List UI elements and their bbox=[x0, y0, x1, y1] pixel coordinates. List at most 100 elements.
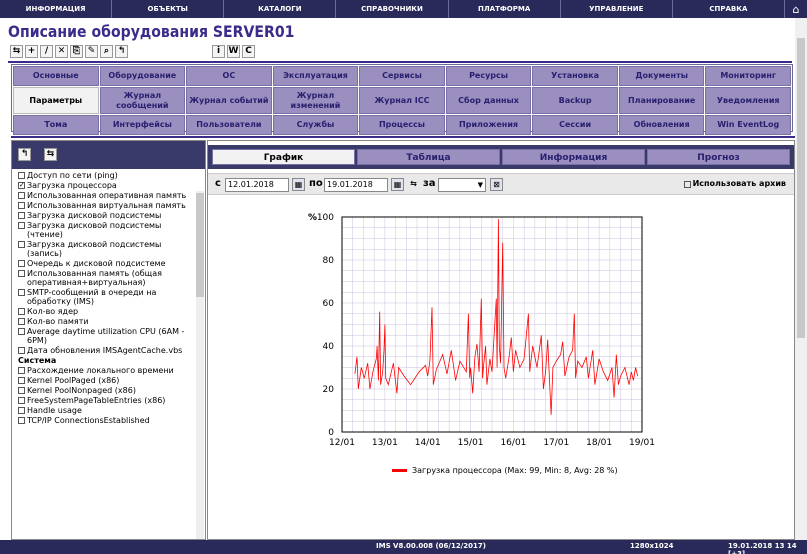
param-item[interactable]: TCP/IP ConnectionsEstablished bbox=[18, 416, 196, 425]
tab-information[interactable]: Информация bbox=[502, 149, 645, 165]
tab-16[interactable]: Планирование bbox=[618, 87, 705, 114]
c-icon[interactable]: C bbox=[242, 45, 255, 58]
tab-8[interactable]: Мониторинг bbox=[705, 66, 791, 86]
tab-14[interactable]: Сбор данных bbox=[445, 87, 532, 114]
calendar-icon[interactable]: ▦ bbox=[292, 178, 305, 191]
param-item[interactable]: Кол-во ядер bbox=[18, 307, 196, 316]
nav-info[interactable]: ИНФОРМАЦИЯ bbox=[0, 0, 113, 18]
param-item[interactable]: Handle usage bbox=[18, 406, 196, 415]
refresh-icon[interactable]: ⇆ bbox=[407, 178, 420, 191]
param-checkbox[interactable] bbox=[18, 367, 25, 374]
tab-6[interactable]: Установка bbox=[532, 66, 618, 86]
tab-15[interactable]: Backup bbox=[532, 87, 618, 114]
tab-22[interactable]: Процессы bbox=[359, 115, 445, 135]
param-item[interactable]: Загрузка дисковой подсистемы (чтение) bbox=[18, 221, 196, 239]
tab-11[interactable]: Журнал событий bbox=[186, 87, 272, 114]
copy-icon[interactable]: ⎘ bbox=[70, 45, 83, 58]
tab-4[interactable]: Сервисы bbox=[359, 66, 445, 86]
tab-20[interactable]: Пользователи bbox=[186, 115, 272, 135]
param-checkbox[interactable] bbox=[18, 172, 25, 179]
param-item[interactable]: SMTP-сообщений в очереди на обработку (I… bbox=[18, 288, 196, 306]
param-checkbox[interactable] bbox=[18, 377, 25, 384]
param-item[interactable]: Дата обновления IMSAgentCache.vbs bbox=[18, 346, 196, 355]
tab-19[interactable]: Интерфейсы bbox=[99, 115, 186, 135]
tab-13[interactable]: Журнал ICC bbox=[359, 87, 445, 114]
nav-objects[interactable]: ОБЪЕКТЫ bbox=[112, 0, 225, 18]
param-item[interactable]: Kernel PoolNonpaged (x86) bbox=[18, 386, 196, 395]
param-item[interactable]: Использованная память (общая оперативная… bbox=[18, 269, 196, 287]
param-checkbox[interactable] bbox=[18, 328, 25, 335]
param-item[interactable]: Использованная виртуальная память bbox=[18, 201, 196, 210]
param-checkbox[interactable]: ✓ bbox=[18, 182, 25, 189]
apply-icon[interactable]: ⊠ bbox=[490, 178, 503, 191]
nav-management[interactable]: УПРАВЛЕНИЕ bbox=[561, 0, 673, 18]
tab-21[interactable]: Службы bbox=[272, 115, 359, 135]
tab-3[interactable]: Эксплуатация bbox=[272, 66, 359, 86]
param-item[interactable]: Очередь к дисковой подсистеме bbox=[18, 259, 196, 268]
nav-catalogs[interactable]: КАТАЛОГИ bbox=[224, 0, 337, 18]
param-checkbox[interactable] bbox=[18, 222, 25, 229]
page-scrollbar[interactable] bbox=[795, 18, 807, 540]
tab-9[interactable]: Параметры bbox=[13, 87, 99, 114]
from-date-input[interactable]: 12.01.2018 bbox=[225, 178, 289, 192]
tab-26[interactable]: Win EventLog bbox=[705, 115, 791, 135]
param-item[interactable]: ✓ Загрузка процессора bbox=[18, 181, 196, 190]
archive-toggle[interactable]: Использовать архив bbox=[683, 179, 786, 188]
param-checkbox[interactable] bbox=[18, 347, 25, 354]
param-item[interactable]: Использованная оперативная память bbox=[18, 191, 196, 200]
param-checkbox[interactable] bbox=[18, 289, 25, 296]
param-checkbox[interactable] bbox=[18, 192, 25, 199]
nav-platform[interactable]: ПЛАТФОРМА bbox=[449, 0, 561, 18]
param-checkbox[interactable] bbox=[18, 202, 25, 209]
search-icon[interactable]: ⌕ bbox=[100, 45, 113, 58]
tab-24[interactable]: Сессии bbox=[532, 115, 618, 135]
refresh-icon[interactable]: ⇆ bbox=[44, 148, 57, 161]
tab-chart[interactable]: График bbox=[212, 149, 355, 165]
param-item[interactable]: Kernel PoolPaged (x86) bbox=[18, 376, 196, 385]
tab-1[interactable]: Оборудование bbox=[99, 66, 186, 86]
tab-2[interactable]: ОС bbox=[186, 66, 272, 86]
delete-icon[interactable]: ✕ bbox=[55, 45, 68, 58]
tab-25[interactable]: Обновления bbox=[618, 115, 705, 135]
tab-12[interactable]: Журнал изменений bbox=[272, 87, 359, 114]
period-select[interactable]: ▼ bbox=[438, 178, 486, 192]
tab-10[interactable]: Журнал сообщений bbox=[99, 87, 186, 114]
tab-17[interactable]: Уведомления bbox=[705, 87, 791, 114]
param-item[interactable]: FreeSystemPageTableEntries (x86) bbox=[18, 396, 196, 405]
param-checkbox[interactable] bbox=[18, 407, 25, 414]
add-icon[interactable]: + bbox=[25, 45, 38, 58]
left-scrollbar[interactable] bbox=[196, 191, 204, 539]
param-item[interactable]: Загрузка дисковой подсистемы (запись) bbox=[18, 240, 196, 258]
param-checkbox[interactable] bbox=[18, 260, 25, 267]
attach-icon[interactable]: ✎ bbox=[85, 45, 98, 58]
tab-5[interactable]: Ресурсы bbox=[445, 66, 532, 86]
param-item[interactable]: Кол-во памяти bbox=[18, 317, 196, 326]
archive-checkbox[interactable] bbox=[683, 180, 691, 188]
param-checkbox[interactable] bbox=[18, 387, 25, 394]
param-checkbox[interactable] bbox=[18, 270, 25, 277]
tab-forecast[interactable]: Прогноз bbox=[647, 149, 790, 165]
home-icon[interactable]: ⌂ bbox=[785, 3, 807, 16]
param-checkbox[interactable] bbox=[18, 212, 25, 219]
param-item[interactable]: Загрузка дисковой подсистемы bbox=[18, 211, 196, 220]
back-icon[interactable]: ↰ bbox=[18, 148, 31, 161]
param-checkbox[interactable] bbox=[18, 308, 25, 315]
param-checkbox[interactable] bbox=[18, 241, 25, 248]
tab-23[interactable]: Приложения bbox=[445, 115, 532, 135]
to-date-input[interactable]: 19.01.2018 bbox=[324, 178, 388, 192]
tab-18[interactable]: Тома bbox=[13, 115, 99, 135]
param-checkbox[interactable] bbox=[18, 397, 25, 404]
info-icon[interactable]: i bbox=[212, 45, 225, 58]
calendar-icon[interactable]: ▦ bbox=[391, 178, 404, 191]
param-item[interactable]: Доступ по сети (ping) bbox=[18, 171, 196, 180]
param-checkbox[interactable] bbox=[18, 417, 25, 424]
refresh-icon[interactable]: ⇆ bbox=[10, 45, 23, 58]
param-item[interactable]: Расхождение локального времени bbox=[18, 366, 196, 375]
param-item[interactable]: Average daytime utilization CPU (6AM - 6… bbox=[18, 327, 196, 345]
edit-icon[interactable]: / bbox=[40, 45, 53, 58]
nav-help[interactable]: СПРАВКА bbox=[673, 0, 785, 18]
word-icon[interactable]: W bbox=[227, 45, 240, 58]
param-checkbox[interactable] bbox=[18, 318, 25, 325]
tab-7[interactable]: Документы bbox=[618, 66, 705, 86]
tab-0[interactable]: Основные bbox=[13, 66, 99, 86]
